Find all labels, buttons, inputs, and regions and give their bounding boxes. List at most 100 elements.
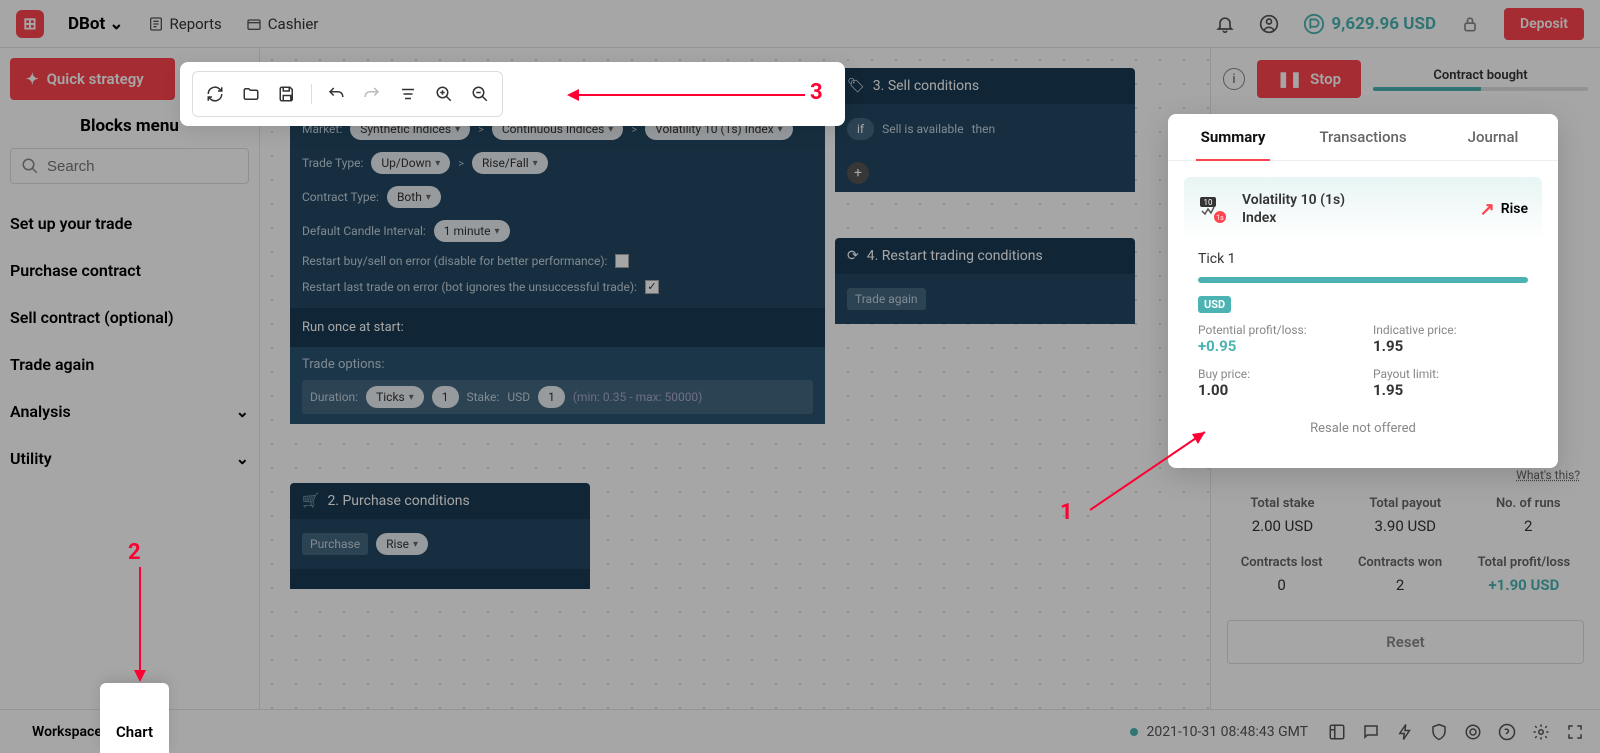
brand-name: DBot [68,14,105,34]
sidebar-item-utility[interactable]: Utility⌄ [10,435,249,482]
reset-button[interactable]: Reset [1227,620,1584,664]
nav-reports[interactable]: Reports [148,15,222,33]
sidebar-item-trade-again[interactable]: Trade again [10,341,249,388]
if-label: if [847,118,874,140]
search-input[interactable] [10,148,249,184]
lightning-icon[interactable] [1396,723,1414,741]
sidebar-item-label: Trade again [10,355,94,374]
trade-options-section: Trade options: Duration: Ticks▾ 1 Stake:… [290,347,825,424]
shield-icon[interactable] [1430,723,1448,741]
undo-icon[interactable] [320,78,352,110]
tab-journal[interactable]: Journal [1428,114,1558,160]
zoom-out-icon[interactable] [464,78,496,110]
cashier-icon [246,16,262,32]
lock-icon[interactable] [1460,14,1480,34]
info-icon[interactable]: i [1223,68,1245,90]
tick-label: Tick 1 [1184,241,1542,271]
progress-bar [1373,87,1588,91]
whats-this-link[interactable]: What's this? [1223,468,1588,482]
stat-label: Total payout [1369,496,1441,511]
reports-icon [148,16,164,32]
block-title: 4. Restart trading conditions [867,248,1043,264]
contract-bought-label: Contract bought [1373,68,1588,83]
sidebar-item-setup[interactable]: Set up your trade [10,200,249,247]
purchase-direction-select[interactable]: Rise▾ [376,533,428,555]
redo-icon[interactable] [356,78,388,110]
workspace-canvas[interactable]: 📋1. Trade parameters Market: Synthetic I… [260,48,1210,753]
sidebar-item-purchase[interactable]: Purchase contract [10,247,249,294]
fullscreen-icon[interactable] [1566,723,1584,741]
stat-value: 0 [1241,576,1323,594]
zoom-in-icon[interactable] [428,78,460,110]
run-once-section: Run once at start: [290,310,825,345]
tab-chart[interactable]: Chart [100,683,169,753]
chevron-down-icon: ⌄ [109,14,123,34]
field-label: Default Candle Interval: [302,224,426,238]
arrow-1 [1080,420,1220,520]
contract-type-select[interactable]: Both▾ [387,186,441,208]
save-icon[interactable] [271,78,303,110]
svg-text:1s: 1s [1216,214,1224,222]
chat-icon[interactable] [1362,723,1380,741]
quick-strategy-button[interactable]: ✦ Quick strategy [10,58,175,100]
tab-transactions[interactable]: Transactions [1298,114,1428,160]
sidebar-item-label: Utility [10,449,52,468]
deposit-button[interactable]: Deposit [1504,8,1584,40]
sidebar-item-label: Purchase contract [10,261,141,280]
brand-dropdown[interactable]: DBot ⌄ [68,14,124,34]
gear-icon[interactable] [1532,723,1550,741]
folder-open-icon[interactable] [235,78,267,110]
chevron-down-icon: ⌄ [236,402,249,421]
stat-value: 2 [1358,576,1442,594]
trade-again-label: Trade again [847,288,926,310]
add-condition-button[interactable]: + [847,162,869,184]
stake-hint: (min: 0.35 - max: 50000) [573,390,703,404]
then-label: then [972,122,996,136]
trade-type-select[interactable]: Rise/Fall▾ [472,152,548,174]
trade-type-select[interactable]: Up/Down▾ [371,152,450,174]
resale-notice: Resale not offered [1184,409,1542,452]
block-restart-conditions[interactable]: ⟳ 4. Restart trading conditions Trade aga… [835,238,1135,324]
user-icon[interactable] [1259,14,1279,34]
duration-value[interactable]: 1 [432,386,459,408]
tab-summary[interactable]: Summary [1168,114,1298,160]
stake-value[interactable]: 1 [538,386,565,408]
bell-icon[interactable] [1215,14,1235,34]
refresh-icon: ⟳ [847,248,859,264]
stop-button[interactable]: ❚❚ Stop [1257,60,1361,98]
stat-value: +1.90 USD [1478,576,1571,594]
block-title: 3. Sell conditions [873,78,979,94]
block-sell-conditions[interactable]: 🏷 3. Sell conditions if Sell is available… [835,68,1135,192]
restart-last-checkbox[interactable] [645,280,659,294]
quick-strategy-label: Quick strategy [47,70,144,88]
candle-interval-select[interactable]: 1 minute▾ [434,220,510,242]
app-header: ⊞ DBot ⌄ Reports Cashier 9,629.96 USD De… [0,0,1600,48]
arrow-2 [130,562,150,687]
block-purchase-conditions[interactable]: 🛒2. Purchase conditions Purchase Rise▾ [290,483,590,589]
balance-value: 9,629.96 USD [1331,14,1436,34]
stat-label: Total profit/loss [1478,555,1571,570]
help-icon[interactable] [1498,723,1516,741]
field-label: Trade Type: [302,156,363,170]
svg-text:10: 10 [1204,198,1213,207]
annotation-1: 1 [1060,500,1073,525]
field-label: Purchase [302,533,368,555]
sidebar-item-label: Analysis [10,402,71,421]
duration-unit-select[interactable]: Ticks▾ [366,386,424,408]
currency-icon [1303,13,1325,35]
sell-condition: Sell is available [882,122,963,136]
restart-error-checkbox[interactable] [615,254,629,268]
sidebar-item-sell[interactable]: Sell contract (optional) [10,294,249,341]
stat-value: +0.95 [1198,337,1353,355]
field-label: Duration: [310,390,358,404]
refresh-icon[interactable] [199,78,231,110]
tag-icon: 🏷 [847,78,865,94]
search-field[interactable] [47,158,238,175]
target-icon[interactable] [1464,723,1482,741]
sort-icon[interactable] [392,78,424,110]
nav-cashier[interactable]: Cashier [246,15,319,33]
sidebar-item-analysis[interactable]: Analysis ⌄ [10,388,249,435]
layout-icon[interactable] [1328,723,1346,741]
stat-label: Payout limit: [1373,367,1528,381]
stat-value: 1.95 [1373,337,1528,355]
